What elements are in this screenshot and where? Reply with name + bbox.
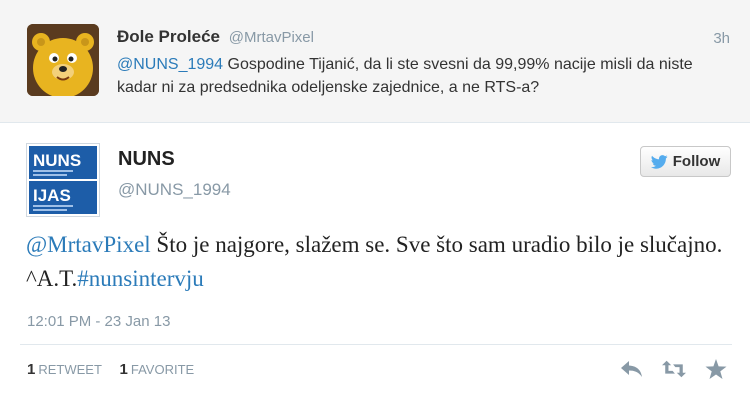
- tweet-text: @MrtavPixel Što je najgore, slažem se. S…: [26, 228, 726, 296]
- tweet-author-handle[interactable]: @NUNS_1994: [118, 180, 231, 200]
- star-icon: [705, 358, 727, 379]
- bear-puppet-image: [27, 24, 99, 96]
- logo-bottom-text: IJAS: [33, 186, 71, 205]
- hashtag-link[interactable]: #nunsintervju: [77, 266, 204, 291]
- reply-header: Đole Proleće @MrtavPixel: [117, 27, 314, 47]
- reply-icon: [621, 361, 642, 377]
- favorite-button[interactable]: [704, 358, 728, 380]
- favorites-count: 1: [119, 361, 128, 378]
- retweets-stat[interactable]: 1 RETWEET: [27, 361, 102, 378]
- mention-link[interactable]: @MrtavPixel: [26, 232, 151, 257]
- reply-text: @NUNS_1994 Gospodine Tijanić, da li ste …: [117, 53, 727, 99]
- tweet-author-name[interactable]: NUNS: [118, 148, 175, 171]
- favorites-stat[interactable]: 1 FAVORITE: [119, 361, 195, 378]
- logo-top-text: NUNS: [33, 151, 81, 170]
- reply-button[interactable]: [620, 358, 644, 380]
- tweet-stats: 1 RETWEET 1 FAVORITE: [27, 361, 208, 378]
- in-reply-to-tweet[interactable]: Đole Proleće @MrtavPixel 3h @NUNS_1994 G…: [0, 0, 750, 123]
- bird-icon: [650, 154, 668, 169]
- mention-link[interactable]: @NUNS_1994: [117, 56, 223, 73]
- tweet-actions: [620, 358, 728, 380]
- divider: [20, 344, 732, 345]
- reply-author-handle[interactable]: @MrtavPixel: [229, 29, 314, 46]
- favorites-label: FAVORITE: [130, 362, 195, 377]
- follow-label: Follow: [672, 153, 721, 170]
- tweet-timestamp[interactable]: 12:01 PM - 23 Jan 13: [27, 313, 170, 330]
- follow-button[interactable]: Follow: [640, 146, 731, 177]
- retweets-label: RETWEET: [38, 362, 102, 377]
- retweets-count: 1: [27, 361, 36, 378]
- avatar[interactable]: [27, 24, 99, 96]
- retweet-icon: [662, 360, 686, 378]
- retweet-button[interactable]: [662, 358, 686, 380]
- reply-author-name[interactable]: Đole Proleće: [117, 27, 220, 46]
- nuns-logo-avatar[interactable]: NUNS IJAS: [26, 143, 100, 217]
- reply-timestamp[interactable]: 3h: [713, 30, 730, 47]
- nuns-logo: NUNS IJAS: [27, 144, 99, 216]
